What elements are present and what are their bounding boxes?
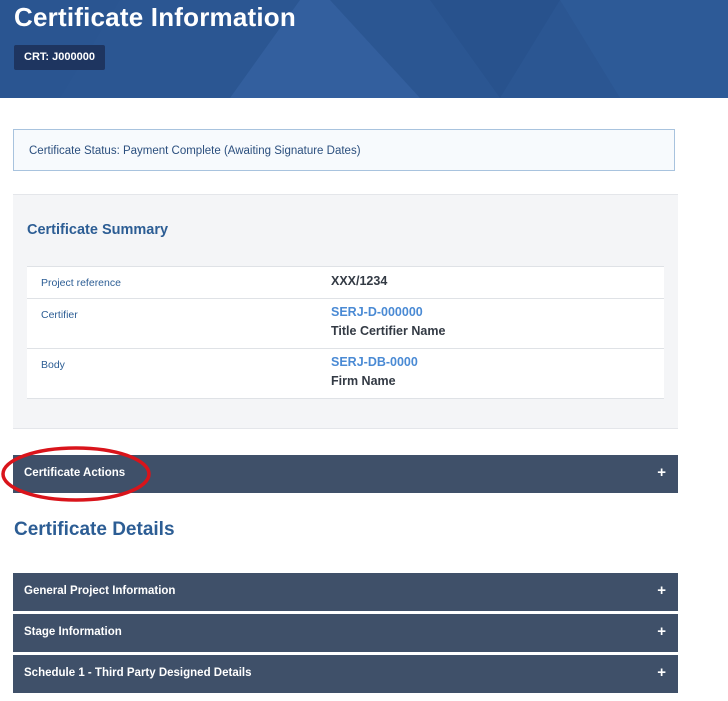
page-title: Certificate Information [14,2,296,32]
summary-row-body: Body SERJ-DB-0000 Firm Name [27,349,664,399]
certificate-status-box: Certificate Status: Payment Complete (Aw… [13,129,675,171]
schedule-1-third-party-designed-details-label: Schedule 1 - Third Party Designed Detail… [24,667,252,679]
page-header: Certificate Information CRT: J000000 [0,0,728,98]
certificate-reference-badge: CRT: J000000 [14,45,105,70]
expand-plus-icon[interactable]: + [657,664,666,681]
certificate-status-text: Certificate Status: Payment Complete (Aw… [29,145,361,157]
expand-plus-icon[interactable]: + [657,623,666,640]
project-reference-label: Project reference [41,277,121,289]
certifier-label: Certifier [41,309,78,321]
general-project-information-label: General Project Information [24,585,176,597]
expand-plus-icon[interactable]: + [657,582,666,599]
certificate-summary-title: Certificate Summary [27,222,169,238]
certificate-actions-label: Certificate Actions [24,467,126,479]
certificate-details-heading: Certificate Details [14,519,175,540]
body-id-link[interactable]: SERJ-DB-0000 [331,355,418,369]
body-firm-name: Firm Name [331,374,396,388]
body-label: Body [41,359,65,371]
certifier-name: Title Certifier Name [331,324,446,338]
summary-row-project-reference: Project reference XXX/1234 [27,267,664,299]
summary-row-certifier: Certifier SERJ-D-000000 Title Certifier … [27,299,664,349]
certificate-actions-accordion[interactable]: Certificate Actions + [13,455,678,493]
project-reference-value: XXX/1234 [331,274,388,288]
schedule-1-third-party-designed-details-accordion[interactable]: Schedule 1 - Third Party Designed Detail… [13,655,678,693]
general-project-information-accordion[interactable]: General Project Information + [13,573,678,611]
certificate-summary-panel: Certificate Summary Project reference XX… [13,194,678,429]
certificate-summary-table: Project reference XXX/1234 Certifier SER… [27,266,664,399]
certifier-id-link[interactable]: SERJ-D-000000 [331,305,423,319]
stage-information-label: Stage Information [24,626,122,638]
expand-plus-icon[interactable]: + [657,464,666,481]
stage-information-accordion[interactable]: Stage Information + [13,614,678,652]
